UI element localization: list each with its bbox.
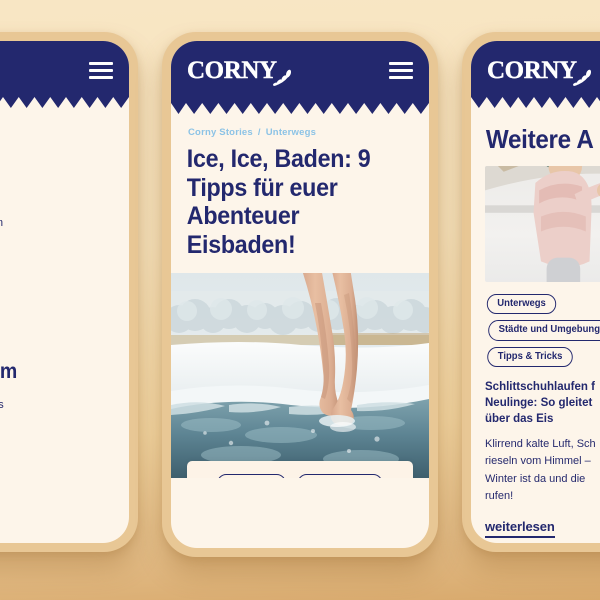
tag-list: Unterwegs Tipps & Tricks — [199, 473, 401, 478]
corny-logo[interactable]: CORNY — [187, 56, 291, 86]
section-heading-2: mmunsystem — [0, 359, 18, 383]
wheat-flourish-icon — [572, 69, 591, 86]
related-article-excerpt: Klirrend kalte Luft, Sch rieseln vom Him… — [485, 437, 596, 503]
corny-logo[interactable]: CORNY — [487, 56, 591, 86]
tag-pill[interactable]: Städte und Umgebung — [488, 320, 600, 341]
corny-wordmark: CORNY — [487, 56, 577, 84]
phone-left: it freut sich Argument ist, dass heit fö… — [0, 32, 138, 552]
tag-pill[interactable]: Tipps & Tricks — [297, 473, 383, 478]
related-article-title: Schlittschuhlaufen f Neulinge: So gleite… — [485, 381, 595, 425]
hamburger-menu-icon[interactable] — [389, 61, 413, 79]
article-meta-card: Unterwegs Tipps & Tricks Ab ins Nass Bei… — [187, 460, 413, 478]
read-more-link[interactable]: weiterlesen — [485, 519, 555, 539]
tag-pill[interactable]: Unterwegs — [216, 473, 287, 478]
wheat-flourish-icon — [272, 69, 291, 86]
hamburger-menu-icon[interactable] — [89, 61, 113, 79]
phone-right-screen: CORNY Weitere A Unterwegs Städte und Umg… — [471, 41, 600, 543]
nav-header-center: CORNY — [171, 41, 429, 114]
tag-pill[interactable]: Unterwegs — [486, 293, 557, 315]
breadcrumb-current[interactable]: Unterwegs — [266, 127, 316, 138]
page-title: Weitere A — [485, 124, 594, 154]
breadcrumb-parent[interactable]: Corny Stories — [188, 127, 253, 138]
paragraph-1: Argument ist, dass heit fördern kann. Wa… — [0, 159, 113, 342]
nav-header-left — [0, 41, 129, 108]
zigzag-divider — [0, 93, 129, 108]
phone-left-screen: it freut sich Argument ist, dass heit fö… — [0, 41, 129, 543]
corny-wordmark: CORNY — [187, 56, 277, 84]
breadcrumb: Corny Stories / Unterwegs — [171, 113, 429, 138]
zigzag-divider — [171, 99, 429, 114]
nav-header-right: CORNY — [471, 41, 600, 108]
article-body-left: it freut sich Argument ist, dass heit fö… — [0, 107, 129, 505]
mockup-stage: it freut sich Argument ist, dass heit fö… — [0, 0, 600, 600]
phone-center: CORNY Corny Stories / Unterwegs Ice, Ice… — [162, 32, 438, 557]
tag-list: Unterwegs Städte und Umgebung Tipps & Tr… — [485, 293, 600, 368]
hero-image: Unterwegs Tipps & Tricks Ab ins Nass Bei… — [171, 273, 429, 478]
article-title: Ice, Ice, Baden: 9 Tipps für euer Abente… — [186, 145, 371, 259]
phone-right: CORNY Weitere A Unterwegs Städte und Umg… — [462, 32, 600, 552]
tag-pill[interactable]: Tipps & Tricks — [487, 346, 573, 368]
section-heading-1: it freut sich — [0, 123, 98, 146]
related-article-card[interactable]: Unterwegs Städte und Umgebung Tipps & Tr… — [471, 154, 600, 539]
ice-skating-photo — [485, 165, 600, 282]
zigzag-divider — [471, 93, 600, 108]
breadcrumb-separator: / — [257, 127, 261, 138]
phone-center-screen: CORNY Corny Stories / Unterwegs Ice, Ice… — [171, 41, 429, 548]
paragraph-2: näßiges Eisbaden das n. Mit einem Mal ht… — [0, 398, 4, 411]
